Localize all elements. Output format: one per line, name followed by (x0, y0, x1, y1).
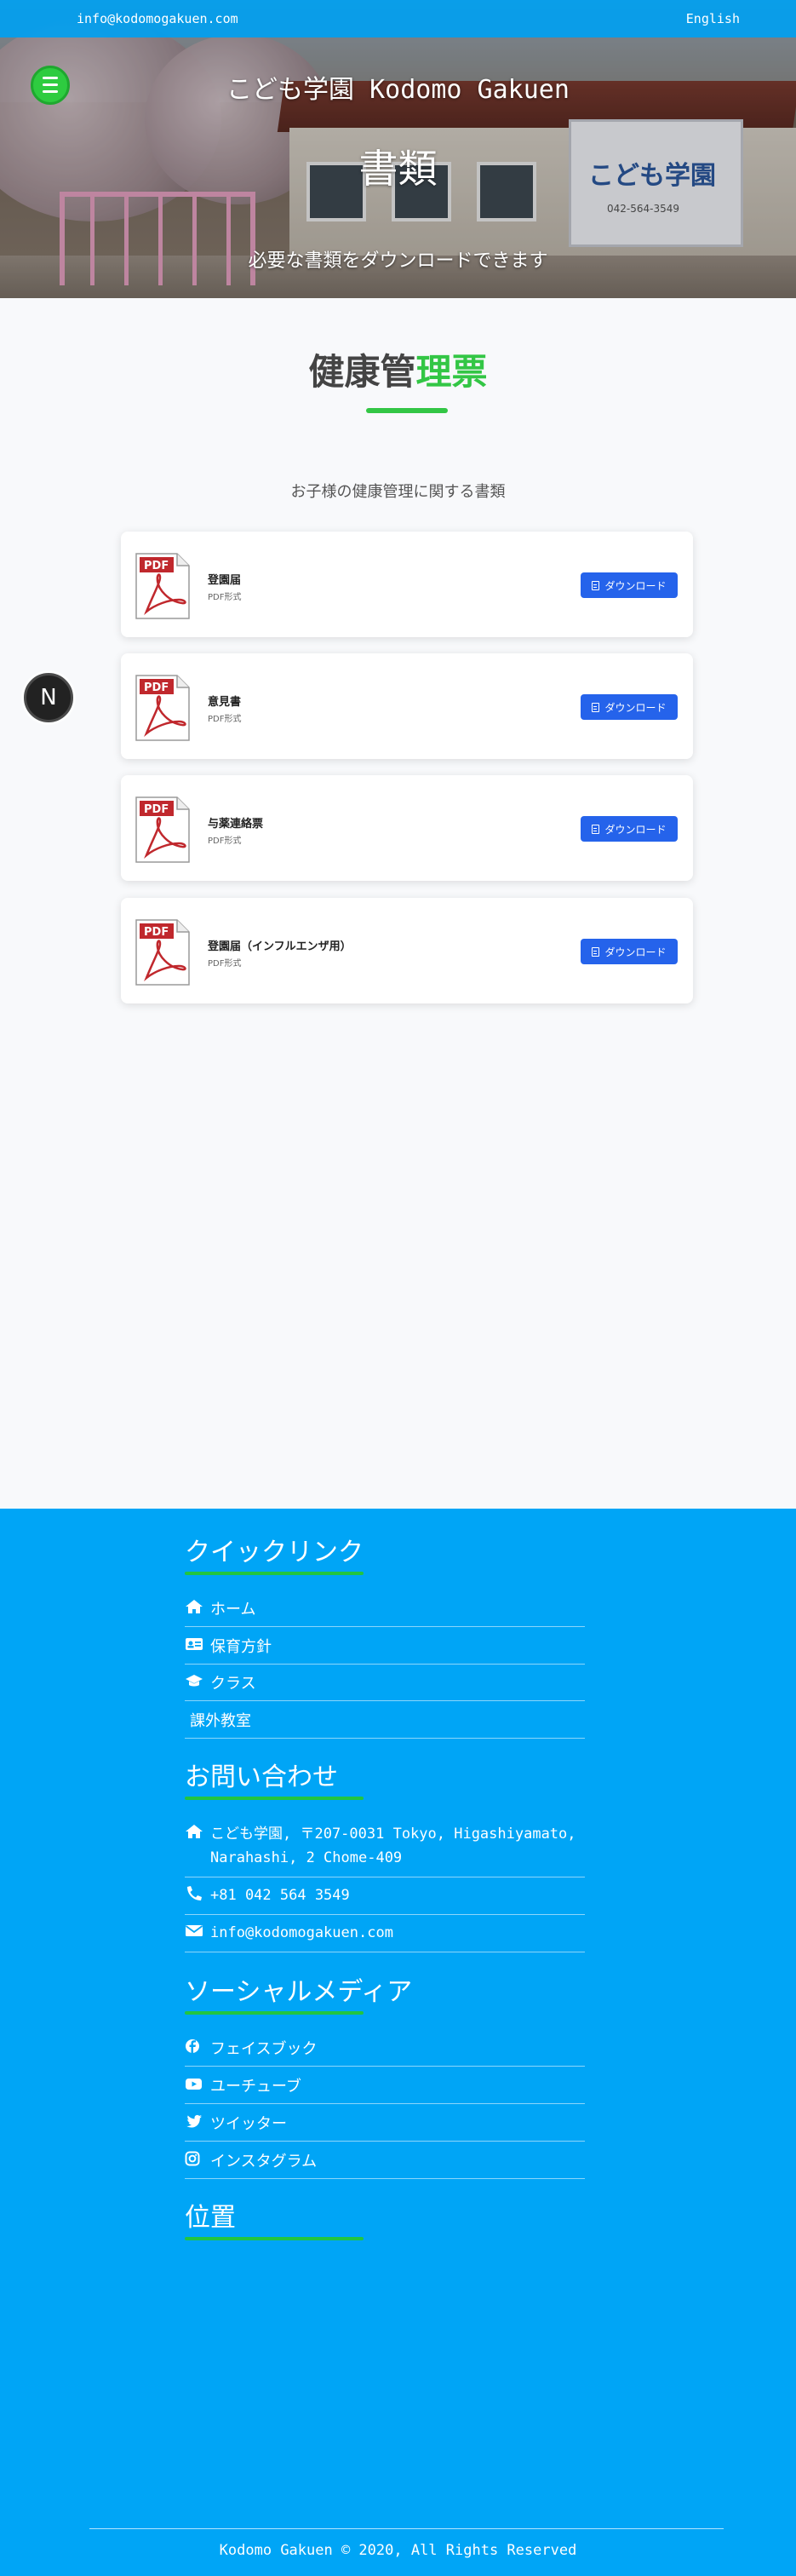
document-card: PDF 意見書 PDF形式 ダウンロード (121, 653, 693, 759)
file-icon (592, 702, 600, 712)
footer-divider (89, 2528, 724, 2529)
social-link-youtube[interactable]: ユーチューブ (185, 2074, 585, 2104)
pdf-file-icon: PDF (135, 553, 190, 619)
facebook-icon (186, 2039, 199, 2053)
copyright-text: Kodomo Gakuen © 2020, All Rights Reserve… (219, 2542, 577, 2559)
phone-icon (187, 1886, 202, 1900)
social-link-label: ツイッター (210, 2115, 287, 2133)
download-button[interactable]: ダウンロード (581, 816, 678, 842)
download-button-label: ダウンロード (604, 823, 667, 836)
language-switch-link[interactable]: English (686, 11, 740, 26)
heading-underline (185, 2237, 364, 2240)
document-type: PDF形式 (208, 593, 242, 602)
youtube-icon (186, 2079, 202, 2090)
document-name: 意見書 (208, 696, 242, 709)
home-icon (186, 1600, 203, 1613)
topbar-email-link[interactable]: info@kodomogakuen.com (77, 11, 238, 26)
envelope-icon (185, 1925, 203, 1936)
heading-underline (185, 1572, 364, 1575)
phone-text: +81 042 564 3549 (210, 1887, 350, 1904)
social-media-heading: ソーシャルメディア (185, 1977, 413, 2007)
contact-heading: お問い合わせ (185, 1762, 338, 1792)
footer-link-home[interactable]: ホーム (185, 1597, 585, 1627)
footer-link-label: 保育方針 (210, 1638, 272, 1656)
top-bar: info@kodomogakuen.com English (0, 0, 796, 37)
email-text: info@kodomogakuen.com (210, 1924, 393, 1941)
contact-address: こども学園, 〒207-0031 Tokyo, Higashiyamato, N… (185, 1822, 585, 1877)
download-button[interactable]: ダウンロード (581, 572, 678, 598)
social-link-instagram[interactable]: インスタグラム (185, 2149, 585, 2179)
id-card-icon (186, 1638, 203, 1650)
document-card: PDF 登園届 PDF形式 ダウンロード (121, 532, 693, 637)
twitter-icon (186, 2114, 202, 2128)
download-button[interactable]: ダウンロード (581, 939, 678, 964)
footer-link-label: 課外教室 (190, 1712, 251, 1730)
social-link-facebook[interactable]: フェイスブック (185, 2037, 585, 2067)
social-link-label: ユーチューブ (210, 2078, 301, 2096)
social-link-label: インスタグラム (210, 2153, 318, 2171)
document-name: 登園届（インフルエンザ用） (208, 940, 352, 953)
svg-text:PDF: PDF (144, 681, 169, 694)
file-icon (592, 580, 600, 590)
section-title-main: 健康管 (308, 351, 416, 393)
document-type: PDF形式 (208, 715, 242, 724)
page-title: 書類 (358, 146, 438, 192)
footer: クイックリンク ホーム 保育方針 クラス 課外教室 お問い合わせ こども学園, … (0, 1509, 796, 2576)
floating-n-badge[interactable]: N (24, 673, 73, 722)
document-name: 与薬連絡票 (208, 818, 264, 831)
footer-link-extracurricular[interactable]: 課外教室 (185, 1709, 585, 1739)
document-card: PDF 登園届（インフルエンザ用） PDF形式 ダウンロード (121, 898, 693, 1003)
document-name: 登園届 (208, 574, 242, 587)
footer-link-policy[interactable]: 保育方針 (185, 1635, 585, 1665)
contact-email[interactable]: info@kodomogakuen.com (185, 1921, 585, 1952)
section-description: お子様の健康管理に関する書類 (290, 483, 506, 501)
svg-text:PDF: PDF (144, 560, 169, 572)
social-link-twitter[interactable]: ツイッター (185, 2112, 585, 2142)
pdf-file-icon: PDF (135, 919, 190, 986)
file-icon (592, 946, 600, 957)
social-link-label: フェイスブック (210, 2040, 318, 2058)
document-card: PDF 与薬連絡票 PDF形式 ダウンロード (121, 775, 693, 881)
pdf-file-icon: PDF (135, 675, 190, 741)
document-type: PDF形式 (208, 837, 242, 846)
section-title: 健康管理票 (0, 343, 796, 395)
location-heading: 位置 (185, 2203, 236, 2233)
svg-text:PDF: PDF (144, 926, 169, 939)
heading-underline (185, 1797, 364, 1800)
file-icon (592, 824, 600, 834)
svg-text:PDF: PDF (144, 803, 169, 816)
address-line-1: こども学園, 〒207-0031 Tokyo, Higashiyamato, (210, 1826, 576, 1843)
pdf-file-icon: PDF (135, 796, 190, 863)
quick-links-heading: クイックリンク (185, 1538, 364, 1567)
footer-link-label: ホーム (210, 1601, 256, 1619)
download-button-label: ダウンロード (604, 579, 667, 592)
address-line-2: Narahashi, 2 Chome-409 (210, 1849, 403, 1866)
heading-underline (185, 2011, 364, 2015)
section-title-accent: 理票 (415, 351, 488, 393)
home-icon (186, 1825, 203, 1838)
address-text: こども学園, 〒207-0031 Tokyo, Higashiyamato, N… (210, 1822, 576, 1870)
page-subtitle: 必要な書類をダウンロードできます (248, 250, 548, 272)
section-title-underline (366, 408, 448, 413)
instagram-icon (185, 2151, 200, 2166)
site-title[interactable]: こども学園 Kodomo Gakuen (0, 68, 796, 106)
download-button-label: ダウンロード (604, 946, 667, 958)
download-button-label: ダウンロード (604, 701, 667, 714)
footer-link-label: クラス (210, 1675, 256, 1693)
footer-link-class[interactable]: クラス (185, 1671, 585, 1701)
graduation-cap-icon (186, 1675, 203, 1687)
contact-phone[interactable]: +81 042 564 3549 (185, 1883, 585, 1915)
download-button[interactable]: ダウンロード (581, 694, 678, 720)
document-type: PDF形式 (208, 959, 242, 969)
